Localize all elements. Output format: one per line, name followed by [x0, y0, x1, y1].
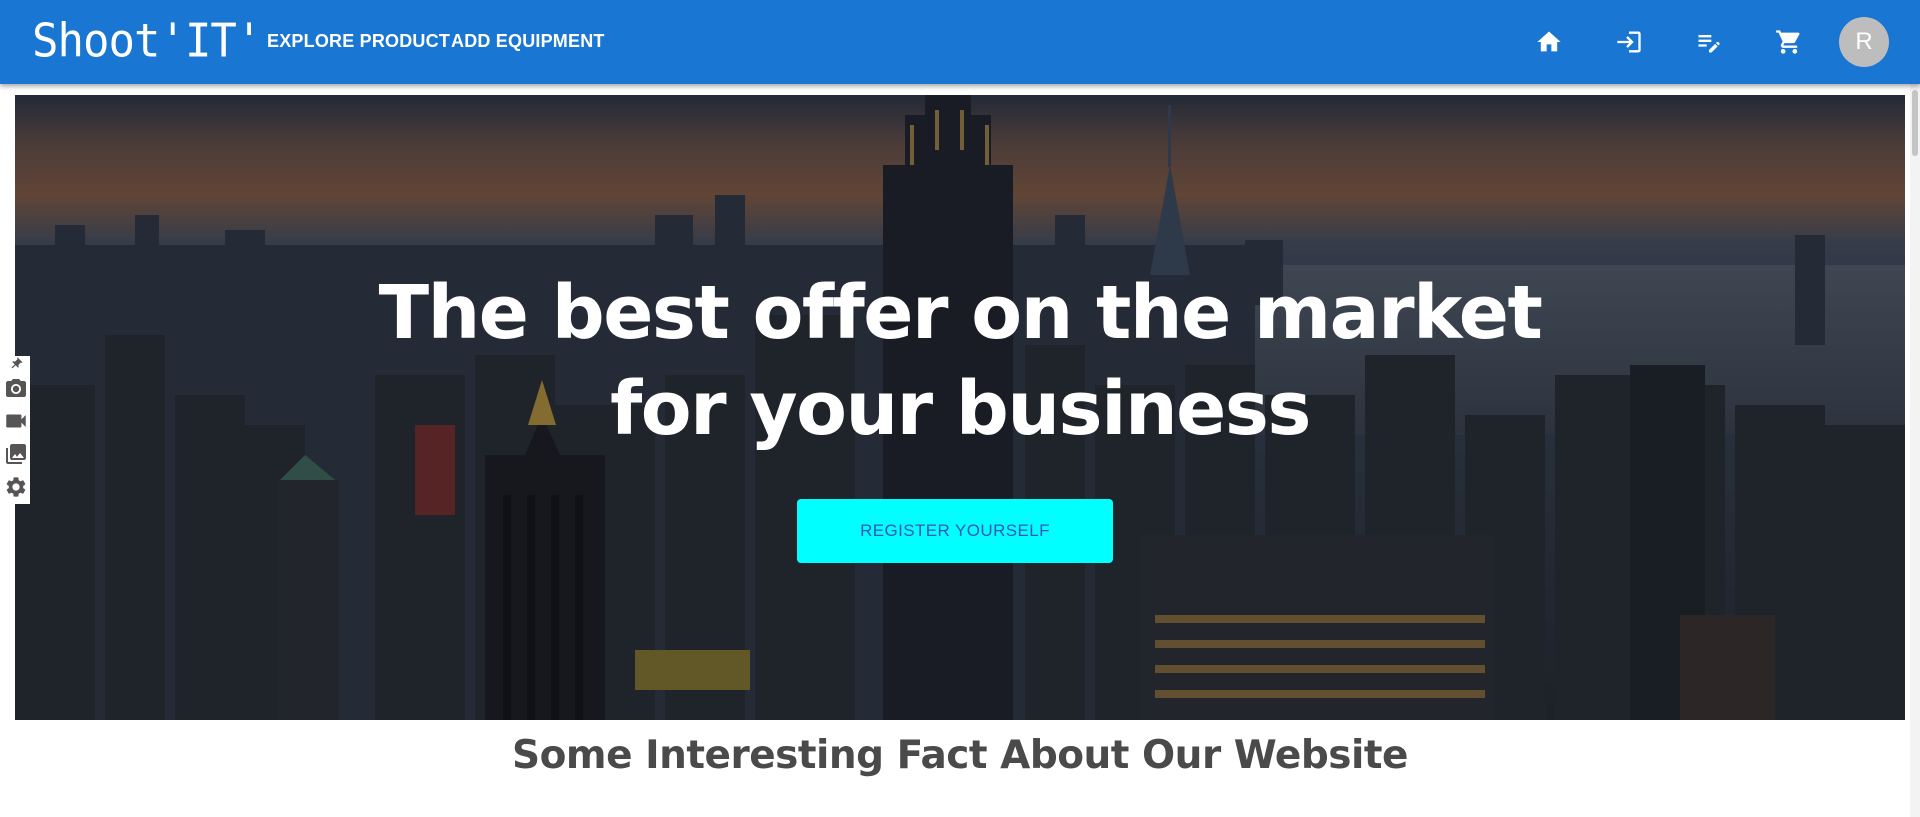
nav-add-equipment[interactable]: ADD EQUIPMENT — [451, 28, 605, 54]
home-icon — [1537, 31, 1561, 52]
video-icon — [6, 414, 26, 428]
camera-icon — [6, 379, 26, 397]
pin-button[interactable] — [2, 356, 30, 372]
hero-title-line2: for your business — [610, 366, 1311, 452]
cart-icon — [1776, 30, 1800, 54]
gallery-icon — [6, 444, 26, 464]
home-button[interactable] — [1521, 22, 1577, 62]
hero-title-line1: The best offer on the market — [378, 270, 1543, 356]
user-avatar[interactable]: R — [1839, 17, 1889, 67]
settings-icon — [6, 477, 26, 497]
edit-note-button[interactable] — [1681, 22, 1737, 62]
cart-button[interactable] — [1761, 22, 1817, 62]
gallery-button[interactable] — [2, 440, 30, 468]
hero-banner: The best offer on the market for your bu… — [15, 95, 1905, 720]
edit-note-icon — [1698, 35, 1720, 53]
register-button[interactable]: REGISTER YOURSELF — [797, 499, 1113, 563]
video-button[interactable] — [2, 407, 30, 435]
camera-button[interactable] — [2, 374, 30, 402]
site-logo[interactable]: Shoot'IT' — [32, 13, 262, 72]
side-toolbar — [0, 356, 30, 504]
nav-explore-product[interactable]: EXPLORE PRODUCT — [267, 28, 450, 54]
pin-icon — [11, 357, 23, 369]
settings-button[interactable] — [2, 473, 30, 501]
hero-title: The best offer on the market for your bu… — [15, 265, 1905, 457]
app-bar: Shoot'IT' EXPLORE PRODUCT ADD EQUIPMENT … — [0, 0, 1920, 84]
facts-section-title: Some Interesting Fact About Our Website — [512, 733, 1408, 778]
page-scrollbar[interactable] — [1910, 84, 1920, 817]
login-icon — [1617, 31, 1641, 53]
login-button[interactable] — [1601, 22, 1657, 62]
scrollbar-thumb[interactable] — [1912, 90, 1918, 156]
